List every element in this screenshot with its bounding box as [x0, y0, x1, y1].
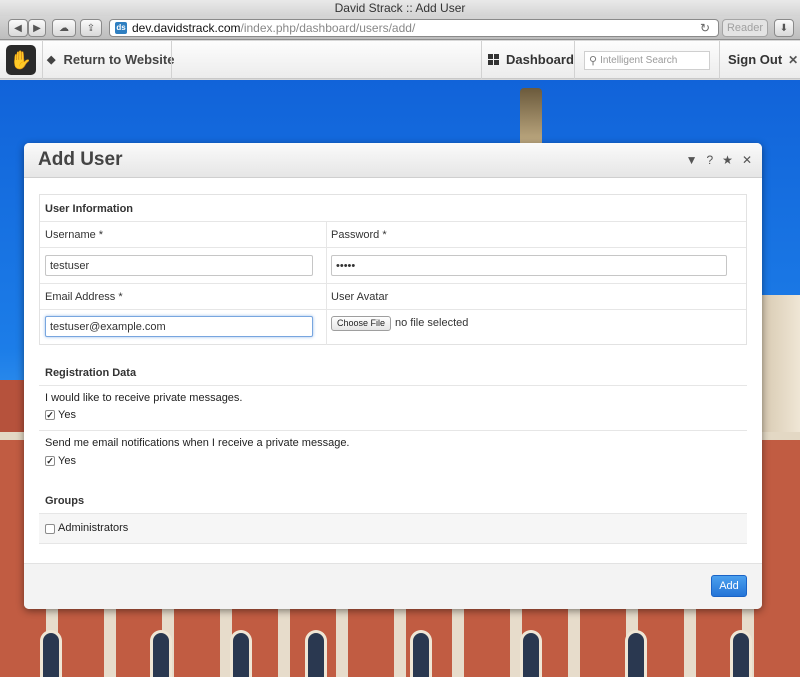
chevron-right-icon: ▶: [33, 22, 41, 34]
back-button[interactable]: ◀: [8, 19, 28, 37]
dialog-controls: ▼ ? ★ ✕: [686, 153, 752, 167]
concrete5-logo-icon[interactable]: ✋: [6, 45, 36, 75]
return-to-website-link[interactable]: ◆ Return to Website: [47, 52, 174, 67]
favorite-star-icon[interactable]: ★: [722, 153, 733, 167]
divider: [574, 41, 575, 79]
divider: [40, 221, 746, 222]
registration-data-heading: Registration Data: [45, 367, 137, 379]
private-messages-question: I would like to receive private messages…: [45, 392, 243, 404]
dialog-footer: Add: [24, 563, 762, 609]
divider: [39, 385, 747, 386]
share-icon: ⇪: [86, 22, 96, 34]
sign-out-label: Sign Out: [728, 52, 783, 67]
divider: [719, 41, 720, 79]
cloud-icon: ☁: [59, 22, 69, 34]
collapse-icon[interactable]: ▼: [686, 153, 698, 167]
divider: [481, 41, 482, 79]
download-icon: ⬇: [779, 22, 789, 34]
search-placeholder: Intelligent Search: [600, 55, 678, 66]
search-icon: ⚲: [589, 55, 598, 67]
dashboard-grid-icon: [488, 54, 499, 65]
divider: [40, 283, 746, 284]
return-to-website-label: Return to Website: [63, 52, 175, 67]
address-bar[interactable]: ds dev.davidstrack.com /index.php/dashbo…: [109, 19, 719, 37]
dialog-header: Add User ▼ ? ★ ✕: [24, 143, 762, 178]
reader-button[interactable]: Reader: [722, 19, 768, 37]
private-messages-yes-label: Yes: [58, 409, 76, 421]
groups-list: [39, 513, 747, 544]
password-input[interactable]: [331, 255, 727, 276]
add-user-dialog: Add User ▼ ? ★ ✕ User Information Userna…: [24, 143, 762, 609]
add-button[interactable]: Add: [711, 575, 747, 597]
dashboard-label: Dashboard: [506, 52, 574, 67]
browser-toolbar: ◀ ▶ ☁ ⇪ ds dev.davidstrack.com /index.ph…: [0, 16, 800, 40]
icloud-button[interactable]: ☁: [52, 19, 76, 37]
download-button[interactable]: ⬇: [774, 19, 794, 37]
username-input[interactable]: [45, 255, 313, 276]
divider: [42, 41, 43, 79]
chevron-left-icon: ◀: [14, 22, 22, 34]
password-label: Password *: [331, 229, 387, 241]
groups-heading: Groups: [45, 495, 85, 507]
forward-button[interactable]: ▶: [28, 19, 46, 37]
arrow-left-icon: ◆: [47, 54, 56, 66]
divider: [171, 41, 172, 79]
email-notifications-yes-label: Yes: [58, 455, 76, 467]
cms-toolbar: ✋ ◆ Return to Website Dashboard ⚲ Intell…: [0, 41, 800, 79]
dashboard-link[interactable]: Dashboard: [488, 52, 574, 67]
site-favicon-icon: ds: [115, 22, 127, 34]
intelligent-search-input[interactable]: ⚲ Intelligent Search: [584, 51, 710, 70]
close-icon[interactable]: ✕: [742, 153, 752, 167]
help-icon[interactable]: ?: [706, 153, 713, 167]
dialog-title: Add User: [38, 149, 123, 170]
user-information-heading: User Information: [45, 203, 134, 215]
divider: [326, 221, 327, 345]
private-messages-checkbox[interactable]: ✓: [45, 410, 55, 420]
divider: [40, 247, 746, 248]
divider: [39, 430, 747, 431]
divider: [40, 309, 746, 310]
email-label: Email Address *: [45, 291, 123, 303]
share-button[interactable]: ⇪: [80, 19, 102, 37]
administrators-label: Administrators: [58, 522, 129, 534]
address-host: dev.davidstrack.com: [132, 21, 241, 35]
file-status: no file selected: [395, 317, 469, 329]
administrators-checkbox[interactable]: [45, 524, 55, 534]
statue-decoration: [520, 88, 542, 150]
reload-icon[interactable]: ↻: [700, 21, 710, 35]
close-icon: ✕: [788, 52, 799, 67]
sign-out-link[interactable]: Sign Out ✕: [728, 52, 798, 67]
choose-file-button[interactable]: Choose File: [331, 316, 391, 331]
email-notifications-question: Send me email notifications when I recei…: [45, 437, 350, 449]
username-label: Username *: [45, 229, 104, 241]
user-avatar-label: User Avatar: [331, 291, 389, 303]
email-notifications-checkbox[interactable]: ✓: [45, 456, 55, 466]
email-input[interactable]: [45, 316, 313, 337]
window-title: David Strack :: Add User: [0, 0, 800, 16]
address-path: /index.php/dashboard/users/add/: [240, 21, 416, 35]
